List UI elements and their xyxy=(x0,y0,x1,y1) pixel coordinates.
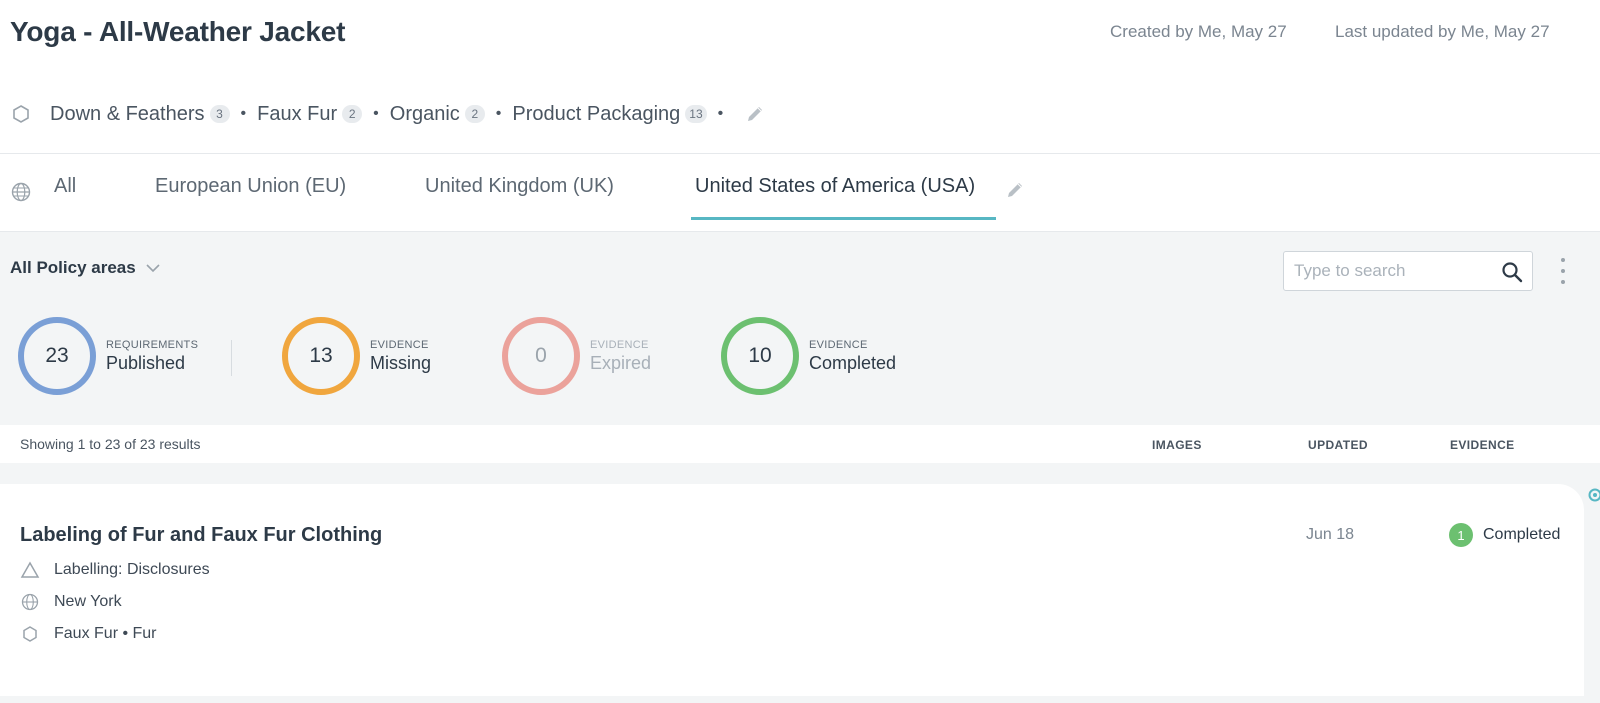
hexagon-icon xyxy=(10,103,32,125)
material-label: Organic xyxy=(389,102,460,125)
search-box xyxy=(1283,251,1533,291)
more-options-icon[interactable] xyxy=(1558,258,1568,284)
stat-caption: EVIDENCE xyxy=(809,338,868,351)
page-header: Yoga - All-Weather Jacket Created by Me,… xyxy=(0,0,1600,154)
materials-list: Down & Feathers 3 • Faux Fur 2 • Organic… xyxy=(10,98,766,130)
material-tag[interactable]: Product Packaging 13 xyxy=(512,102,707,126)
material-count-badge: 3 xyxy=(209,105,230,123)
material-label: Down & Feathers xyxy=(50,102,205,125)
stat-evidence-completed[interactable]: 10 EVIDENCE Completed xyxy=(721,317,896,395)
stat-ring: 23 xyxy=(18,317,96,395)
created-info: Created by Me, May 27 xyxy=(1110,22,1287,41)
updated-info: Last updated by Me, May 27 xyxy=(1335,22,1550,41)
stat-requirements-published[interactable]: 23 REQUIREMENTS Published xyxy=(18,317,198,395)
evidence-count-badge: 1 xyxy=(1449,523,1473,547)
stat-label: Completed xyxy=(809,352,897,373)
results-count: Showing 1 to 23 of 23 results xyxy=(20,436,201,452)
column-header-evidence[interactable]: EVIDENCE xyxy=(1450,438,1515,452)
material-tag[interactable]: Organic 2 xyxy=(390,103,485,126)
policy-area-dropdown[interactable]: All Policy areas xyxy=(10,258,162,278)
separator-dot: • xyxy=(373,105,379,122)
search-input[interactable] xyxy=(1284,261,1484,281)
stat-evidence-expired[interactable]: 0 EVIDENCE Expired xyxy=(502,317,651,395)
stat-caption: REQUIREMENTS xyxy=(106,338,199,351)
chevron-down-icon xyxy=(146,264,160,273)
tab-uk[interactable]: United Kingdom (UK) xyxy=(425,175,614,198)
stat-label: Published xyxy=(106,352,186,373)
page-title: Yoga - All-Weather Jacket xyxy=(10,16,346,47)
divider xyxy=(231,340,232,376)
stat-evidence-missing[interactable]: 13 EVIDENCE Missing xyxy=(282,317,431,395)
globe-icon xyxy=(10,181,32,203)
material-label: Product Packaging xyxy=(512,102,681,125)
separator-dot: • xyxy=(495,105,502,122)
edit-materials-pencil-icon[interactable] xyxy=(744,103,766,125)
tab-usa[interactable]: United States of America (USA) xyxy=(695,175,975,198)
evidence-status-label: Completed xyxy=(1483,526,1561,543)
active-tab-indicator xyxy=(691,217,996,220)
triangle-icon xyxy=(20,560,40,580)
separator-dot: • xyxy=(717,105,724,122)
region-tabs: All European Union (EU) United Kingdom (… xyxy=(0,155,1600,232)
requirement-title[interactable]: Labeling of Fur and Faux Fur Clothing xyxy=(20,524,382,547)
edit-regions-pencil-icon[interactable] xyxy=(1004,179,1026,201)
policy-area-line: Labelling: Disclosures xyxy=(20,560,210,580)
column-header-images[interactable]: IMAGES xyxy=(1152,438,1202,452)
evidence-status[interactable]: 1 Completed xyxy=(1449,523,1560,547)
stat-ring: 0 xyxy=(502,317,580,395)
summary-panel: All Policy areas 23 REQUIREMENTS Publish… xyxy=(0,232,1600,425)
stat-label: Missing xyxy=(370,352,432,373)
material-label: Faux Fur xyxy=(257,102,338,125)
tab-all[interactable]: All xyxy=(54,175,76,198)
material-tag[interactable]: Down & Feathers 3 xyxy=(50,103,230,126)
policy-area-text: Labelling: Disclosures xyxy=(54,561,210,578)
target-icon[interactable] xyxy=(1588,488,1600,502)
region-text: New York xyxy=(54,593,122,610)
separator-dot: • xyxy=(240,105,247,122)
tab-eu[interactable]: European Union (EU) xyxy=(155,175,346,198)
material-count-badge: 2 xyxy=(464,105,485,123)
policy-area-label: All Policy areas xyxy=(10,258,136,277)
stat-caption: EVIDENCE xyxy=(590,338,649,351)
stat-label: Expired xyxy=(590,352,652,373)
material-count-badge: 13 xyxy=(685,105,707,123)
materials-line: Faux Fur • Fur xyxy=(20,624,157,644)
table-row[interactable]: Labeling of Fur and Faux Fur Clothing Ju… xyxy=(0,484,1584,696)
hexagon-icon xyxy=(20,624,40,644)
search-icon[interactable] xyxy=(1500,260,1524,284)
material-tag[interactable]: Faux Fur 2 xyxy=(257,102,363,126)
stat-ring: 13 xyxy=(282,317,360,395)
globe-icon xyxy=(20,592,40,612)
stat-caption: EVIDENCE xyxy=(370,338,429,351)
stat-ring: 10 xyxy=(721,317,799,395)
column-header-updated[interactable]: UPDATED xyxy=(1308,438,1368,452)
results-header: Showing 1 to 23 of 23 results IMAGES UPD… xyxy=(0,425,1600,463)
updated-date: Jun 18 xyxy=(1306,526,1355,543)
region-line: New York xyxy=(20,592,122,612)
materials-text: Faux Fur • Fur xyxy=(54,625,157,642)
material-count-badge: 2 xyxy=(342,105,363,123)
